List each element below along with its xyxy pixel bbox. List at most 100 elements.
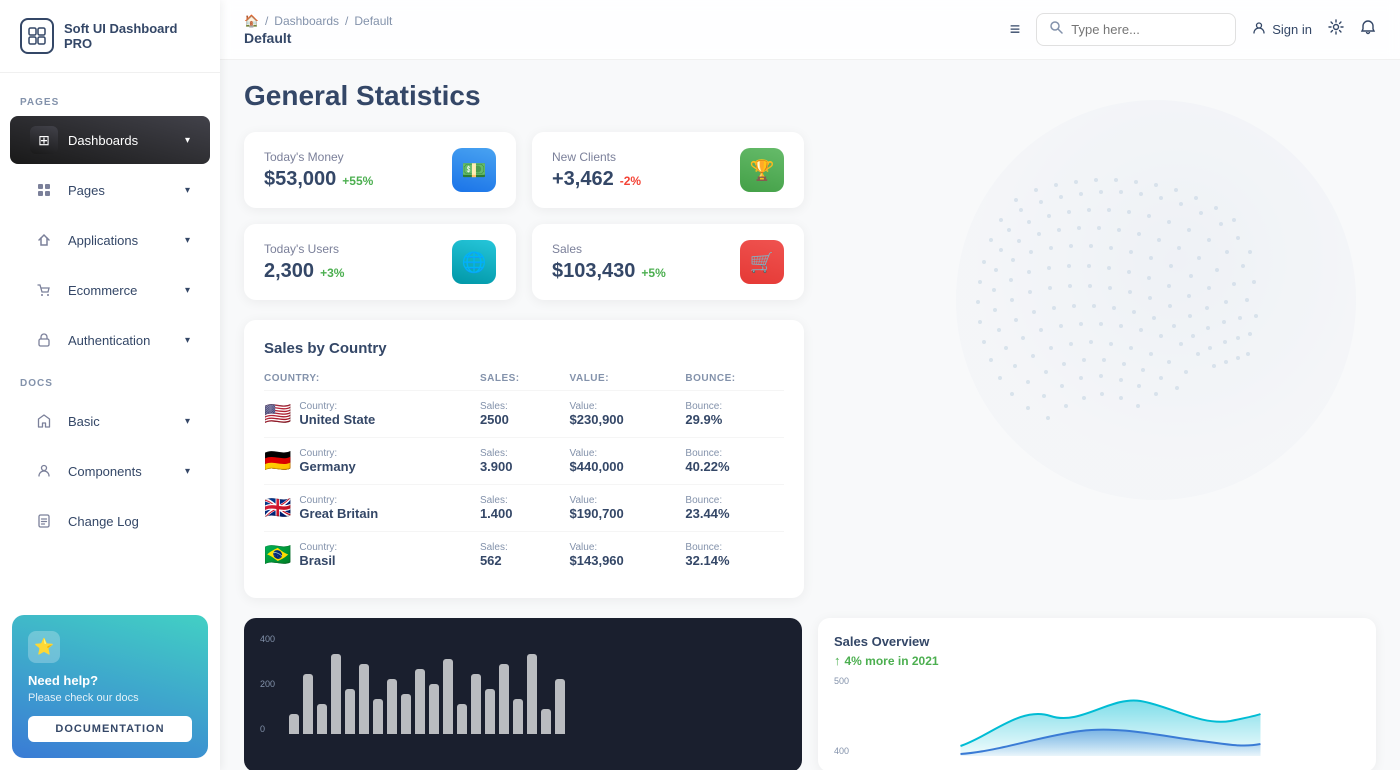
country-name-3: Brasil xyxy=(299,553,337,568)
sidebar-item-pages[interactable]: Pages ▾ xyxy=(10,166,210,214)
signin-button[interactable]: Sign in xyxy=(1252,21,1312,38)
bar-1 xyxy=(303,674,313,734)
bar-8 xyxy=(401,694,411,734)
notification-icon[interactable] xyxy=(1360,19,1376,40)
topbar-right: ≡ Sign in xyxy=(1010,13,1376,46)
breadcrumb-current: Default xyxy=(354,14,392,28)
sales-overview-card: Sales Overview ↑ 4% more in 2021 500400 xyxy=(818,618,1376,770)
bar-y-label: 200 xyxy=(260,679,275,689)
stat-card-2: Today's Users 2,300 +3% 🌐 xyxy=(244,224,516,300)
stat-card-0: Today's Money $53,000 +55% 💵 xyxy=(244,132,516,208)
sidebar-item-ecommerce[interactable]: Ecommerce ▾ xyxy=(10,266,210,314)
applications-icon xyxy=(30,226,58,254)
country-cell-1: 🇩🇪 Country: Germany xyxy=(264,438,470,485)
sidebar-item-label-pages: Pages xyxy=(68,183,105,198)
search-box[interactable] xyxy=(1036,13,1236,46)
help-title: Need help? xyxy=(28,673,192,688)
sales-overview-title: Sales Overview xyxy=(834,634,1360,649)
country-cell-3: 🇧🇷 Country: Brasil xyxy=(264,532,470,579)
country-row-3: 🇧🇷 Country: Brasil Sales: 562 Value: $14… xyxy=(264,532,784,579)
settings-icon[interactable] xyxy=(1328,19,1344,40)
sidebar-item-label-dashboards: Dashboards xyxy=(68,133,138,148)
stats-grid: Today's Money $53,000 +55% 💵 New Clients… xyxy=(244,132,804,300)
sidebar-item-label-components: Components xyxy=(68,464,142,479)
breadcrumb-sep1: / xyxy=(265,14,268,28)
stat-icon-1: 🏆 xyxy=(740,148,784,192)
bounce-cell-1: Bounce: 40.22% xyxy=(675,438,784,485)
value-cell-2: Value: $190,700 xyxy=(560,485,676,532)
bar-13 xyxy=(471,674,481,734)
bar-6 xyxy=(373,699,383,734)
stat-label-2: Today's Users xyxy=(264,242,452,256)
sales-cell-1: Sales: 3.900 xyxy=(470,438,560,485)
col-header-3: Bounce: xyxy=(675,373,784,391)
stat-label-1: New Clients xyxy=(552,150,740,164)
stat-change-0: +55% xyxy=(342,174,373,188)
bar-7 xyxy=(387,679,397,734)
value-cell-3: Value: $143,960 xyxy=(560,532,676,579)
basic-icon xyxy=(30,407,58,435)
chevron-icon-dashboards: ▾ xyxy=(185,135,190,146)
country-flag-3: 🇧🇷 xyxy=(264,542,291,568)
country-table: Country:Sales:Value:Bounce: 🇺🇸 Country: … xyxy=(264,373,784,578)
sales-cell-0: Sales: 2500 xyxy=(470,391,560,438)
bar-0 xyxy=(289,714,299,734)
value-cell-1: Value: $440,000 xyxy=(560,438,676,485)
bar-10 xyxy=(429,684,439,734)
stat-change-1: -2% xyxy=(620,174,641,188)
sidebar-item-authentication[interactable]: Authentication ▾ xyxy=(10,316,210,364)
documentation-button[interactable]: DOCUMENTATION xyxy=(28,716,192,742)
stat-change-2: +3% xyxy=(320,266,344,280)
dashboards-icon: ⊞ xyxy=(30,126,58,154)
bar-chart-card: 4002000 xyxy=(244,618,802,770)
main-area: 🏠 / Dashboards / Default Default ≡ xyxy=(220,0,1400,770)
pages-icon xyxy=(30,176,58,204)
search-icon xyxy=(1049,20,1063,39)
bar-15 xyxy=(499,664,509,734)
page-title: General Statistics xyxy=(244,80,1376,112)
country-row-2: 🇬🇧 Country: Great Britain Sales: 1.400 V… xyxy=(264,485,784,532)
ecommerce-icon xyxy=(30,276,58,304)
help-subtitle: Please check our docs xyxy=(28,692,192,704)
chevron-icon-authentication: ▾ xyxy=(185,335,190,346)
sidebar-item-components[interactable]: Components ▾ xyxy=(10,447,210,495)
logo-icon xyxy=(20,18,54,54)
country-label-2: Country: xyxy=(299,495,378,506)
search-input[interactable] xyxy=(1071,22,1223,37)
country-name-0: United State xyxy=(299,412,375,427)
bar-5 xyxy=(359,664,369,734)
sales-overview-subtitle: 4% more in 2021 xyxy=(845,654,939,668)
stat-icon-3: 🛒 xyxy=(740,240,784,284)
bar-17 xyxy=(527,654,537,734)
stat-label-3: Sales xyxy=(552,242,740,256)
chevron-icon-basic: ▾ xyxy=(185,416,190,427)
sales-country-title: Sales by Country xyxy=(264,340,784,357)
country-flag-1: 🇩🇪 xyxy=(264,448,291,474)
sidebar-item-changelog[interactable]: Change Log xyxy=(10,497,210,545)
menu-icon[interactable]: ≡ xyxy=(1010,19,1021,40)
chevron-icon-applications: ▾ xyxy=(185,235,190,246)
breadcrumb-path: 🏠 / Dashboards / Default xyxy=(244,14,392,28)
bar-16 xyxy=(513,699,523,734)
sidebar-item-basic[interactable]: Basic ▾ xyxy=(10,397,210,445)
stat-info-3: Sales $103,430 +5% xyxy=(552,242,740,283)
chevron-icon-pages: ▾ xyxy=(185,185,190,196)
stat-info-1: New Clients +3,462 -2% xyxy=(552,150,740,191)
sidebar-nav: PAGES ⊞ Dashboards ▾ Pages ▾ xyxy=(0,73,220,603)
sales-by-country-card: Sales by Country Country:Sales:Value:Bou… xyxy=(244,320,804,598)
country-flag-2: 🇬🇧 xyxy=(264,495,291,521)
home-icon: 🏠 xyxy=(244,14,259,28)
bar-2 xyxy=(317,704,327,734)
sidebar-item-dashboards[interactable]: ⊞ Dashboards ▾ xyxy=(10,116,210,164)
value-cell-0: Value: $230,900 xyxy=(560,391,676,438)
sales-y-labels: 500400 xyxy=(834,676,849,756)
bar-4 xyxy=(345,689,355,734)
country-name-2: Great Britain xyxy=(299,506,378,521)
sidebar-logo: Soft UI Dashboard PRO xyxy=(0,0,220,73)
sidebar-item-applications[interactable]: Applications ▾ xyxy=(10,216,210,264)
sidebar-item-label-applications: Applications xyxy=(68,233,138,248)
col-header-1: Sales: xyxy=(470,373,560,391)
stat-value-0: $53,000 xyxy=(264,168,336,191)
chevron-icon-ecommerce: ▾ xyxy=(185,285,190,296)
stat-card-3: Sales $103,430 +5% 🛒 xyxy=(532,224,804,300)
